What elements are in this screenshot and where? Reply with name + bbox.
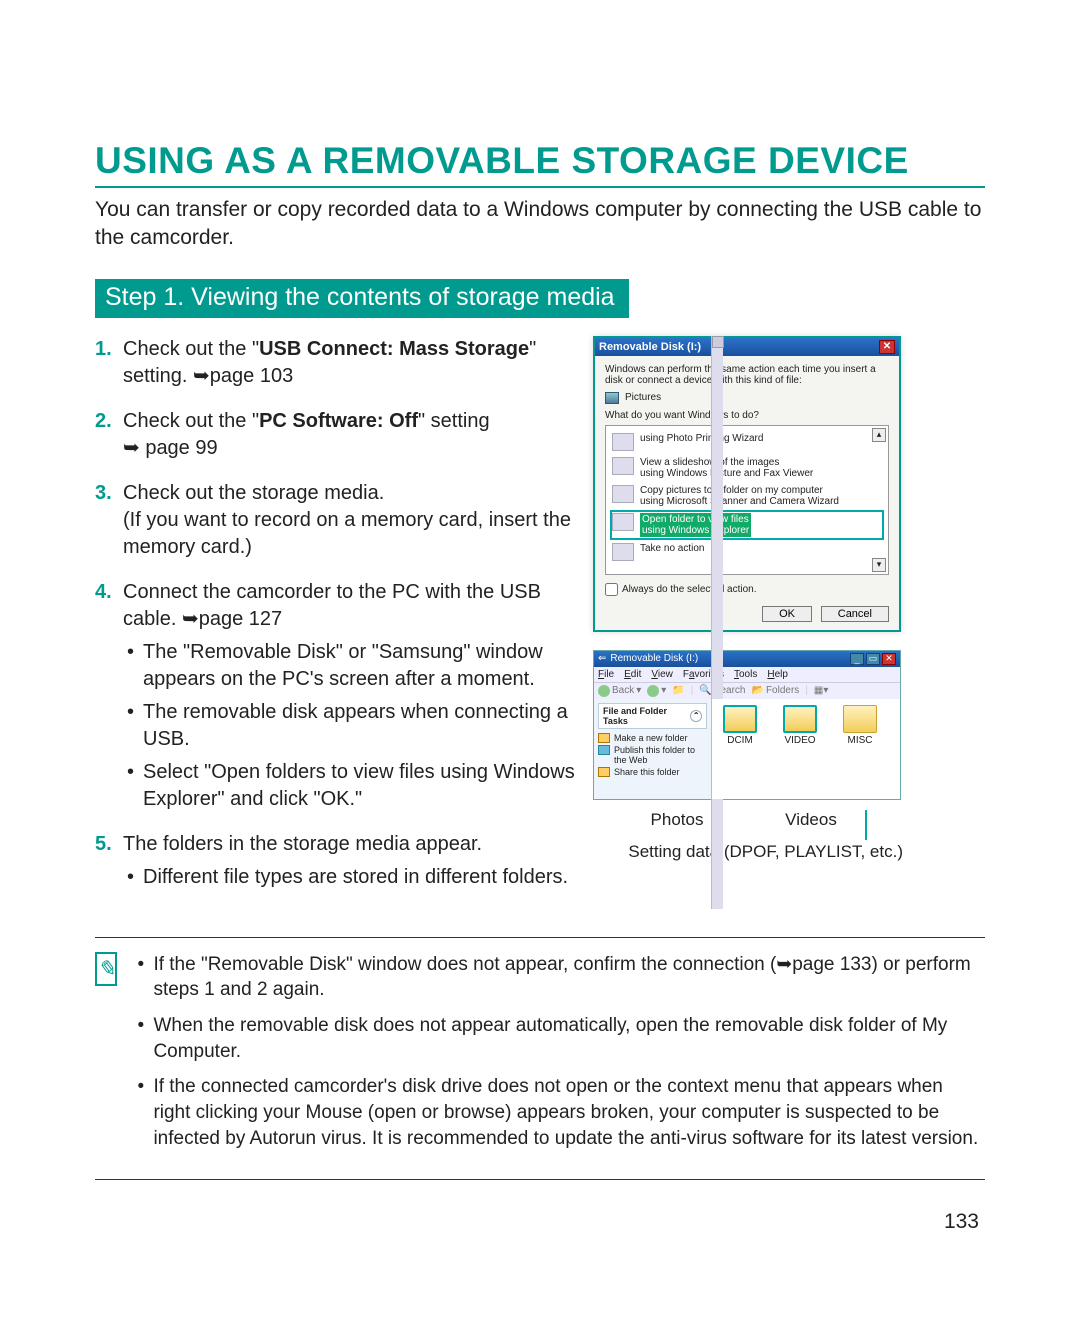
folder-misc[interactable]: MISC xyxy=(838,705,882,746)
cancel-button[interactable]: Cancel xyxy=(821,606,889,622)
menu-view[interactable]: View xyxy=(651,669,673,680)
back-button[interactable]: Back ▾ xyxy=(598,685,641,697)
copy-icon xyxy=(612,485,634,503)
dialog-question: What do you want Windows to do? xyxy=(605,410,889,421)
notes-list: If the "Removable Disk" window does not … xyxy=(133,952,985,1161)
folders-button[interactable]: 📂 Folders xyxy=(752,685,800,696)
explorer-sidebar: File and Folder Tasks⌃ Make a new folder… xyxy=(594,699,712,799)
close-icon[interactable]: ✕ xyxy=(882,653,896,665)
note-3: If the connected camcorder's disk drive … xyxy=(133,1074,985,1151)
option-slideshow[interactable]: View a slideshow of the imagesusing Wind… xyxy=(610,454,884,482)
explorer-file-pane[interactable]: DCIM VIDEO MISC xyxy=(712,699,900,799)
page-heading: USING AS A REMOVABLE STORAGE DEVICE xyxy=(95,140,985,188)
autoplay-dialog: Removable Disk (I:) ✕ Windows can perfor… xyxy=(593,336,901,632)
step-1: Check out the "USB Connect: Mass Storage… xyxy=(95,336,575,390)
always-checkbox[interactable] xyxy=(605,583,618,596)
note-1: If the "Removable Disk" window does not … xyxy=(133,952,985,1003)
pictures-icon xyxy=(605,392,619,404)
step-2: Check out the "PC Software: Off" setting… xyxy=(95,408,575,462)
dialog-title: Removable Disk (I:) xyxy=(599,341,701,353)
intro-text: You can transfer or copy recorded data t… xyxy=(95,196,985,253)
folder-icon xyxy=(612,513,634,531)
option-no-action[interactable]: Take no action xyxy=(610,540,884,564)
option-copy-pictures[interactable]: Copy pictures to a folder on my computer… xyxy=(610,482,884,510)
sidebar-header: File and Folder Tasks xyxy=(603,706,690,726)
no-action-icon xyxy=(612,543,634,561)
folder-icon xyxy=(723,705,757,733)
setting-data-label: Setting data (DPOF, PLAYLIST, etc.) xyxy=(593,842,913,862)
step-title: Step 1. Viewing the contents of storage … xyxy=(95,279,629,318)
slideshow-icon xyxy=(612,457,634,475)
minimize-icon[interactable]: _ xyxy=(850,653,864,665)
annotation-bar xyxy=(865,810,867,840)
back-icon xyxy=(598,685,610,697)
instructions-column: Check out the "USB Connect: Mass Storage… xyxy=(95,336,575,909)
menu-help[interactable]: Help xyxy=(767,669,788,680)
step-4-bullet-3: Select "Open folders to view files using… xyxy=(123,759,575,813)
folder-dcim[interactable]: DCIM xyxy=(718,705,762,746)
menu-tools[interactable]: Tools xyxy=(734,669,757,680)
forward-button[interactable]: ▾ xyxy=(647,685,666,697)
chevron-up-icon[interactable]: ⌃ xyxy=(690,710,702,722)
note-icon: ✎ xyxy=(95,952,117,986)
step-4-bullet-1: The "Removable Disk" or "Samsung" window… xyxy=(123,639,575,693)
photos-label: Photos xyxy=(593,810,761,840)
dialog-option-list[interactable]: ▴ using Photo Printing Wizard View a sli… xyxy=(605,425,889,575)
pictures-label: Pictures xyxy=(625,392,661,403)
note-2: When the removable disk does not appear … xyxy=(133,1013,985,1064)
forward-icon xyxy=(647,685,659,697)
new-folder-icon xyxy=(598,733,610,743)
folder-video[interactable]: VIDEO xyxy=(778,705,822,746)
up-button[interactable]: 📁 xyxy=(672,685,684,696)
back-arrow-icon[interactable]: ⇐ xyxy=(598,653,606,664)
always-checkbox-row[interactable]: Always do the selected action. xyxy=(605,583,889,596)
explorer-toolbar: Back ▾ ▾ 📁 | 🔍 Search 📂 Folders | ▦▾ xyxy=(594,682,900,699)
explorer-title: Removable Disk (I:) xyxy=(610,653,698,664)
views-button[interactable]: ▦▾ xyxy=(814,685,828,696)
sidebar-scrollbar[interactable] xyxy=(711,336,723,909)
folder-icon xyxy=(843,705,877,733)
maximize-icon[interactable]: ▭ xyxy=(866,653,880,665)
close-icon[interactable]: ✕ xyxy=(879,340,895,354)
page-number: 133 xyxy=(95,1210,985,1234)
explorer-menubar[interactable]: FFileile Edit View Favorites Tools Help xyxy=(594,667,900,682)
videos-label: Videos xyxy=(761,810,861,840)
annotation-row: Photos Videos xyxy=(593,810,913,840)
share-icon xyxy=(598,767,610,777)
publish-icon xyxy=(598,745,610,755)
option-open-folder[interactable]: Open folder to view filesusing Windows E… xyxy=(610,510,884,540)
step-5: The folders in the storage media appear.… xyxy=(95,831,575,891)
scroll-up-icon[interactable] xyxy=(712,336,724,348)
printer-icon xyxy=(612,433,634,451)
task-publish[interactable]: Publish this folder to the Web xyxy=(598,745,707,765)
folder-icon xyxy=(783,705,817,733)
step-4-bullet-2: The removable disk appears when connecti… xyxy=(123,699,575,753)
option-photo-wizard[interactable]: using Photo Printing Wizard xyxy=(610,430,884,454)
scroll-down-icon[interactable]: ▾ xyxy=(872,558,886,572)
task-share[interactable]: Share this folder xyxy=(598,767,707,777)
dialog-message: Windows can perform the same action each… xyxy=(605,364,889,386)
screenshots-column: Removable Disk (I:) ✕ Windows can perfor… xyxy=(593,336,913,909)
explorer-window: ⇐ Removable Disk (I:) _ ▭ ✕ FFileile Edit… xyxy=(593,650,901,800)
step-5-bullet-1: Different file types are stored in diffe… xyxy=(123,864,575,891)
menu-file[interactable]: FFileile xyxy=(598,669,614,680)
scroll-up-icon[interactable]: ▴ xyxy=(872,428,886,442)
step-3: Check out the storage media.(If you want… xyxy=(95,480,575,561)
step-4: Connect the camcorder to the PC with the… xyxy=(95,579,575,813)
menu-edit[interactable]: Edit xyxy=(624,669,641,680)
task-new-folder[interactable]: Make a new folder xyxy=(598,733,707,743)
ok-button[interactable]: OK xyxy=(762,606,812,622)
